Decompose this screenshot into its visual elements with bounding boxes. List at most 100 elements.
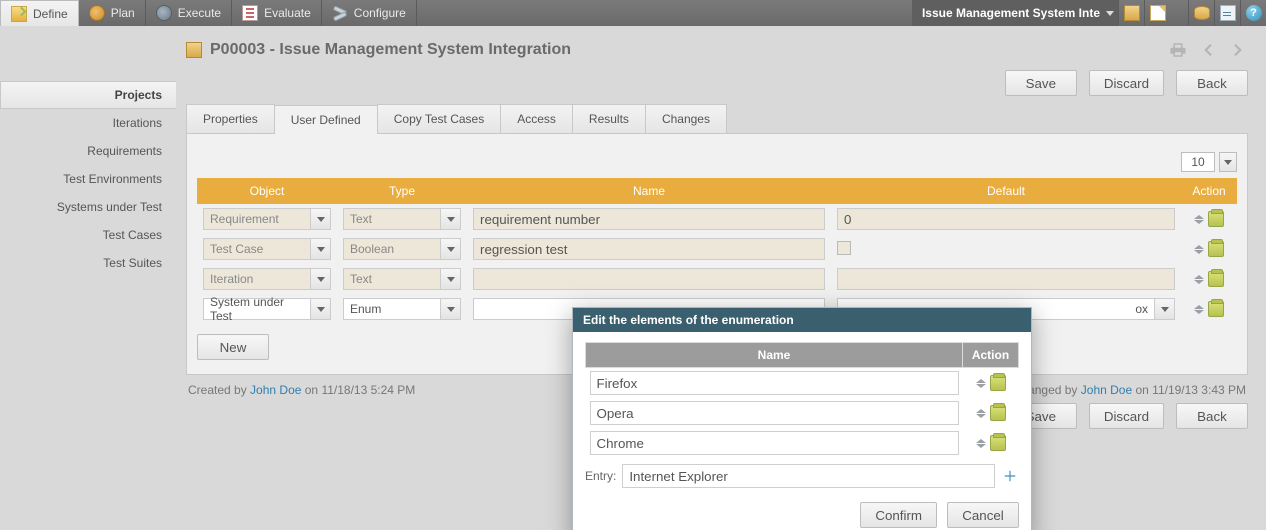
discard-button-bottom[interactable]: Discard — [1089, 403, 1164, 429]
col-object: Object — [197, 178, 337, 204]
back-button-bottom[interactable]: Back — [1176, 403, 1248, 429]
object-select[interactable]: Requirement — [203, 208, 331, 230]
page-title: P00003 - Issue Management System Integra… — [210, 41, 571, 59]
enum-table: Name Action — [585, 342, 1019, 458]
sort-handle-icon[interactable] — [1194, 305, 1204, 314]
table-row: Test Case Boolean — [197, 234, 1237, 264]
sidebar-item-requirements[interactable]: Requirements — [0, 137, 176, 165]
type-select[interactable]: Boolean — [343, 238, 461, 260]
project-icon — [186, 42, 202, 58]
type-select[interactable]: Text — [343, 268, 461, 290]
dlg-col-action: Action — [963, 343, 1019, 368]
entry-input[interactable] — [622, 464, 995, 488]
object-select[interactable]: System under Test — [203, 298, 331, 320]
add-entry-button[interactable] — [1001, 467, 1019, 485]
discard-button[interactable]: Discard — [1089, 70, 1164, 96]
sort-handle-icon[interactable] — [976, 439, 986, 448]
confirm-button[interactable]: Confirm — [860, 502, 937, 528]
chevron-down-icon[interactable] — [441, 298, 461, 320]
chevron-down-icon[interactable] — [1155, 298, 1175, 320]
sort-handle-icon[interactable] — [1194, 215, 1204, 224]
default-checkbox[interactable] — [837, 241, 851, 255]
created-user-link[interactable]: John Doe — [250, 383, 301, 397]
tab-copy-test-cases[interactable]: Copy Test Cases — [377, 104, 502, 133]
created-on: on 11/18/13 5:24 PM — [301, 383, 415, 397]
enum-row — [586, 428, 1019, 458]
chevron-down-icon[interactable] — [311, 298, 331, 320]
tab-results[interactable]: Results — [572, 104, 646, 133]
sidebar-item-label: Test Environments — [63, 172, 162, 186]
toolbar-define[interactable]: Define — [0, 0, 79, 26]
default-input[interactable] — [837, 208, 1175, 230]
cancel-button[interactable]: Cancel — [947, 502, 1019, 528]
document-icon — [1220, 5, 1236, 21]
object-select[interactable]: Test Case — [203, 238, 331, 260]
changed-user-link[interactable]: John Doe — [1081, 383, 1132, 397]
toolbar-data-button[interactable] — [1188, 0, 1214, 26]
sidebar-item-projects[interactable]: Projects — [0, 81, 176, 109]
toolbar-help-button[interactable]: ? — [1240, 0, 1266, 26]
sidebar-item-label: Iterations — [113, 116, 162, 130]
project-dropdown[interactable]: Issue Management System Inte — [912, 0, 1118, 26]
chevron-down-icon[interactable] — [311, 238, 331, 260]
toolbar-box-button[interactable] — [1118, 0, 1144, 26]
new-button[interactable]: New — [197, 334, 269, 360]
sidebar-item-systems-under-test[interactable]: Systems under Test — [0, 193, 176, 221]
delete-button[interactable] — [990, 405, 1006, 421]
sidebar-item-iterations[interactable]: Iterations — [0, 109, 176, 137]
sidebar: Projects Iterations Requirements Test En… — [0, 26, 176, 530]
sidebar-item-test-cases[interactable]: Test Cases — [0, 221, 176, 249]
tab-user-defined[interactable]: User Defined — [274, 105, 378, 134]
tab-access[interactable]: Access — [500, 104, 573, 133]
chevron-down-icon[interactable] — [311, 268, 331, 290]
enum-name-input[interactable] — [590, 371, 959, 395]
type-select[interactable]: Text — [343, 208, 461, 230]
delete-button[interactable] — [1208, 211, 1224, 227]
save-button[interactable]: Save — [1005, 70, 1077, 96]
toolbar-plan[interactable]: Plan — [79, 0, 146, 26]
sidebar-item-test-environments[interactable]: Test Environments — [0, 165, 176, 193]
print-button[interactable] — [1168, 40, 1188, 60]
sort-handle-icon[interactable] — [1194, 245, 1204, 254]
name-input[interactable] — [473, 238, 825, 260]
tab-properties[interactable]: Properties — [186, 104, 275, 133]
tab-label: User Defined — [291, 113, 361, 127]
user-defined-grid: Object Type Name Default Action Requirem… — [197, 178, 1237, 324]
delete-button[interactable] — [1208, 271, 1224, 287]
tab-label: Copy Test Cases — [394, 112, 485, 126]
chevron-down-icon[interactable] — [311, 208, 331, 230]
chevron-down-icon[interactable] — [441, 268, 461, 290]
enum-dialog: Edit the elements of the enumeration Nam… — [572, 307, 1032, 530]
changed-on: on 11/19/13 3:43 PM — [1132, 383, 1246, 397]
default-input[interactable] — [837, 268, 1175, 290]
tab-changes[interactable]: Changes — [645, 104, 727, 133]
toolbar-evaluate[interactable]: Evaluate — [232, 0, 322, 26]
col-default: Default — [831, 178, 1181, 204]
chevron-down-icon[interactable] — [441, 208, 461, 230]
toolbar-configure[interactable]: Configure — [322, 0, 417, 26]
delete-button[interactable] — [990, 375, 1006, 391]
enum-name-input[interactable] — [590, 431, 959, 455]
toolbar-doc-button[interactable] — [1214, 0, 1240, 26]
prev-button[interactable] — [1198, 40, 1218, 60]
next-button[interactable] — [1228, 40, 1248, 60]
sort-handle-icon[interactable] — [976, 409, 986, 418]
name-input[interactable] — [473, 268, 825, 290]
name-input[interactable] — [473, 208, 825, 230]
toolbar-execute[interactable]: Execute — [146, 0, 232, 26]
type-value: Enum — [343, 298, 441, 320]
type-select[interactable]: Enum — [343, 298, 461, 320]
chevron-down-icon[interactable] — [441, 238, 461, 260]
back-button[interactable]: Back — [1176, 70, 1248, 96]
object-select[interactable]: Iteration — [203, 268, 331, 290]
delete-button[interactable] — [1208, 241, 1224, 257]
sort-handle-icon[interactable] — [976, 379, 986, 388]
delete-button[interactable] — [990, 435, 1006, 451]
toolbar-note-button[interactable] — [1144, 0, 1170, 26]
sidebar-item-label: Test Suites — [103, 256, 162, 270]
delete-button[interactable] — [1208, 301, 1224, 317]
sidebar-item-test-suites[interactable]: Test Suites — [0, 249, 176, 277]
enum-name-input[interactable] — [590, 401, 959, 425]
page-size-dropdown[interactable] — [1219, 152, 1237, 172]
sort-handle-icon[interactable] — [1194, 275, 1204, 284]
